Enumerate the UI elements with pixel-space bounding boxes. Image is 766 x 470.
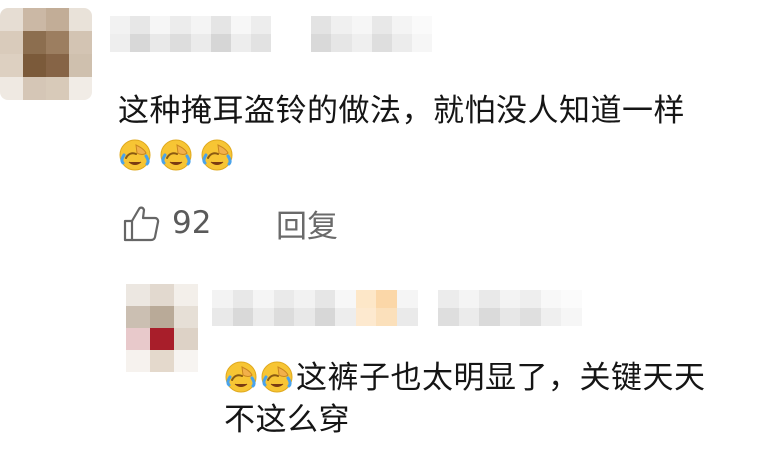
comment-emoji-row: [118, 138, 236, 174]
face-palm-laughing-icon: [200, 138, 234, 172]
like-button[interactable]: 92: [122, 203, 211, 243]
face-palm-laughing-icon: [224, 360, 258, 394]
like-count: 92: [172, 205, 212, 241]
thumbs-up-icon: [122, 203, 160, 243]
username-redacted[interactable]: [110, 16, 432, 52]
face-palm-laughing-icon: [159, 138, 193, 172]
reply-line-1: 这裤子也太明显了，关键天天: [224, 358, 754, 400]
reply-text-line2: 不这么穿: [224, 401, 350, 438]
reply-avatar[interactable]: [126, 284, 198, 372]
reply-text: 这裤子也太明显了，关键天天 不这么穿: [224, 358, 754, 442]
comment-text: 这种掩耳盗铃的做法，就怕没人知道一样: [118, 93, 685, 129]
reply-button[interactable]: 回复: [276, 203, 338, 245]
face-palm-laughing-icon: [260, 360, 294, 394]
reply-username-redacted[interactable]: [212, 290, 582, 326]
reply-text-line1: 这裤子也太明显了，关键天天: [296, 360, 706, 396]
face-palm-laughing-icon: [118, 138, 152, 172]
avatar[interactable]: [0, 8, 92, 100]
